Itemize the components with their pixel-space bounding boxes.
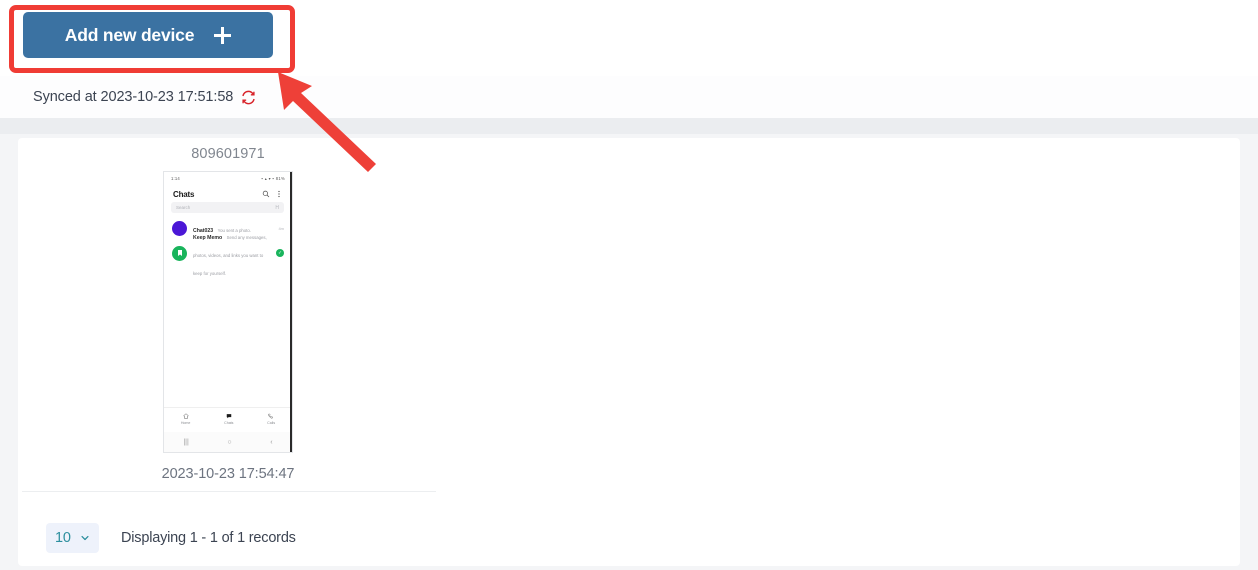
main-content: 809601971 1:14 ▪ ▴ ▾ ▪ 81% Chats Search … [0, 134, 1258, 570]
plus-icon [214, 26, 232, 44]
phone-nav-calls-label: Calls [267, 420, 276, 425]
page-size-select[interactable]: 10 [46, 523, 99, 553]
phone-chat-name: Keep Memo [193, 235, 223, 241]
device-timestamp-label: 2023-10-23 17:54:47 [161, 466, 295, 482]
phone-status-icons: ▪ ▴ ▾ ▪ 81% [261, 175, 285, 181]
phone-nav-chats-label: Chats [224, 420, 234, 425]
device-tile[interactable]: 809601971 1:14 ▪ ▴ ▾ ▪ 81% Chats Search … [18, 138, 438, 488]
phone-chat-text-group: Keep Memo Send any messages, photos, vid… [193, 226, 273, 280]
overflow-menu-icon[interactable] [275, 190, 283, 198]
search-icon[interactable] [262, 190, 270, 198]
phone-chat-meta: 4m [278, 225, 284, 231]
home-circle-icon[interactable]: ○ [227, 439, 231, 446]
top-toolbar: Add new device [0, 0, 1258, 76]
phone-app-header: Chats [164, 185, 292, 203]
page-size-value: 10 [55, 530, 71, 546]
phone-nav-home-label: Home [180, 420, 191, 425]
phone-chat-subtitle: Send any messages, photos, videos, and l… [193, 235, 267, 276]
devices-card: 809601971 1:14 ▪ ▴ ▾ ▪ 81% Chats Search … [18, 138, 1240, 566]
records-count-label: Displaying 1 - 1 of 1 records [121, 530, 296, 546]
sync-status-bar: Synced at 2023-10-23 17:51:58 [0, 76, 1258, 118]
phone-app-title: Chats [173, 189, 195, 199]
device-screenshot-preview[interactable]: 1:14 ▪ ▴ ▾ ▪ 81% Chats Search H Chat023 … [163, 171, 293, 453]
phone-nav-calls[interactable]: Calls [267, 413, 275, 425]
phone-nav-chats[interactable]: Chats [224, 413, 233, 425]
pagination-footer: 10 Displaying 1 - 1 of 1 records [18, 510, 1240, 566]
phone-nav-home[interactable]: Home [180, 413, 191, 425]
phone-frame-edge [290, 172, 292, 452]
refresh-icon[interactable] [241, 90, 256, 105]
recents-icon[interactable]: ||| [183, 439, 188, 446]
section-divider-band [0, 118, 1258, 134]
chevron-down-icon [80, 533, 90, 543]
add-new-device-label: Add new device [64, 24, 195, 45]
phone-search-action[interactable]: H [275, 205, 279, 211]
device-id-label: 809601971 [191, 146, 265, 162]
phone-status-time: 1:14 [171, 175, 180, 181]
add-new-device-button[interactable]: Add new device [23, 12, 273, 58]
phone-status-bar: 1:14 ▪ ▴ ▾ ▪ 81% [164, 172, 292, 184]
tile-divider [22, 491, 436, 492]
avatar [172, 220, 187, 236]
list-item[interactable]: Keep Memo Send any messages, photos, vid… [164, 235, 292, 276]
status-badge: ✓ [276, 249, 284, 257]
phone-search-field[interactable]: Search H [171, 202, 284, 213]
back-icon[interactable]: ‹ [270, 439, 272, 446]
phone-bottom-nav: Home Chats Calls [164, 407, 292, 430]
avatar [172, 245, 187, 261]
sync-status-text: Synced at 2023-10-23 17:51:58 [33, 89, 234, 105]
phone-system-nav: ||| ○ ‹ [164, 432, 292, 452]
phone-search-placeholder: Search [176, 205, 191, 210]
